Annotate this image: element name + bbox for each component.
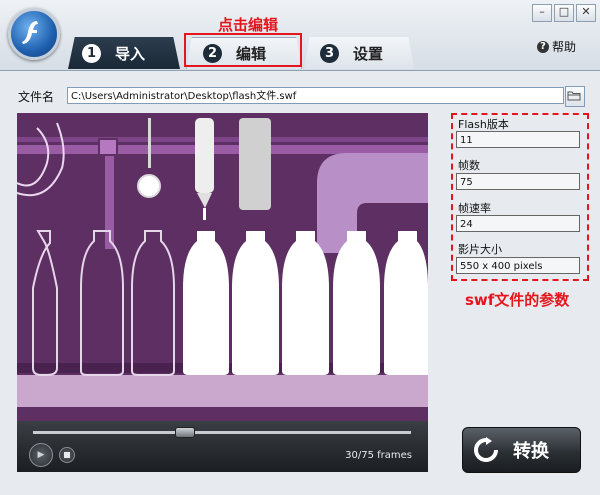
seek-thumb[interactable] bbox=[175, 427, 196, 438]
frame-count-value: 75 bbox=[456, 173, 580, 190]
minimize-button[interactable]: – bbox=[532, 4, 552, 22]
player-controls: ▶ 30/75 frames bbox=[17, 421, 428, 472]
step-1-icon: 1 bbox=[82, 43, 101, 63]
tab-label: 设置 bbox=[353, 44, 384, 63]
help-icon: ? bbox=[536, 40, 549, 53]
help-label: 帮助 bbox=[551, 40, 576, 54]
flash-preview bbox=[17, 113, 428, 421]
frame-rate-value: 24 bbox=[456, 215, 580, 232]
edit-highlight-box bbox=[184, 33, 302, 67]
app-window: – □ ✕ 1 导入 2 编辑 3 设置 点击编辑 ? 帮助 文件名 C:\Us… bbox=[0, 0, 600, 495]
frame-counter: 30/75 frames bbox=[345, 450, 412, 461]
refresh-icon bbox=[474, 437, 498, 462]
tab-import[interactable]: 1 导入 bbox=[68, 37, 180, 69]
convert-button[interactable]: 转换 bbox=[462, 427, 581, 473]
header: – □ ✕ 1 导入 2 编辑 3 设置 点击编辑 ? 帮助 bbox=[0, 0, 600, 71]
window-controls: – □ ✕ bbox=[532, 4, 596, 22]
close-button[interactable]: ✕ bbox=[576, 4, 596, 22]
file-name-label: 文件名 bbox=[18, 90, 55, 104]
play-button[interactable]: ▶ bbox=[29, 443, 53, 467]
convert-label: 转换 bbox=[513, 441, 549, 462]
tab-label: 导入 bbox=[115, 44, 146, 63]
tab-settings[interactable]: 3 设置 bbox=[304, 37, 414, 69]
step-3-icon: 3 bbox=[320, 43, 339, 63]
maximize-button[interactable]: □ bbox=[554, 4, 574, 22]
frame-count-label: 帧数 bbox=[458, 159, 480, 172]
folder-icon bbox=[567, 91, 581, 101]
flash-version-value: 11 bbox=[456, 131, 580, 148]
seek-bar[interactable] bbox=[33, 431, 411, 434]
help-button[interactable]: ? 帮助 bbox=[536, 38, 576, 55]
browse-folder-button[interactable] bbox=[565, 86, 585, 107]
frame-rate-label: 帧速率 bbox=[458, 202, 491, 215]
params-annotation-text: swf文件的参数 bbox=[465, 291, 570, 309]
stop-button[interactable] bbox=[59, 447, 75, 463]
bottle-animation-frame bbox=[17, 113, 428, 421]
flash-version-label: Flash版本 bbox=[458, 118, 509, 131]
movie-size-label: 影片大小 bbox=[458, 243, 502, 256]
file-path-field[interactable]: C:\Users\Administrator\Desktop\flash文件.s… bbox=[67, 87, 564, 104]
edit-annotation-text: 点击编辑 bbox=[218, 16, 279, 34]
movie-size-value: 550 x 400 pixels bbox=[456, 257, 580, 274]
app-logo-icon bbox=[8, 8, 60, 60]
